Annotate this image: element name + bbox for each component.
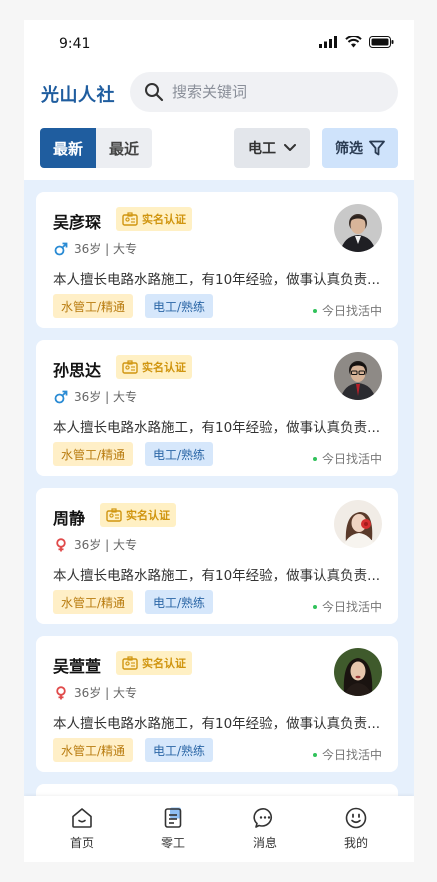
smile-icon bbox=[345, 807, 367, 829]
female-icon bbox=[56, 537, 66, 551]
app-header: 光山人社 bbox=[24, 68, 414, 120]
verified-badge-label: 实名认证 bbox=[126, 509, 170, 522]
nav-item-label: 我的 bbox=[343, 836, 368, 850]
category-dropdown-label: 电工 bbox=[248, 141, 276, 157]
status-bar: 9:41 bbox=[24, 20, 414, 68]
verified-badge: 实名认证 bbox=[116, 207, 192, 231]
worker-age-education: 36岁 | 大专 bbox=[74, 538, 137, 552]
avatar[interactable] bbox=[334, 648, 382, 696]
category-dropdown[interactable]: 电工 bbox=[234, 128, 310, 168]
active-dot bbox=[312, 456, 317, 461]
avatar[interactable] bbox=[334, 204, 382, 252]
skill-tag: 水管工/精通 bbox=[53, 590, 134, 614]
chevron-down-icon bbox=[284, 144, 296, 151]
worker-age-education: 36岁 | 大专 bbox=[74, 390, 137, 404]
active-status: 今日找活中 bbox=[312, 450, 382, 467]
worker-meta: 36岁 | 大专 bbox=[54, 388, 137, 405]
worker-card[interactable]: 吴萱萱 实名认证 36岁 | 大专 本人擅长电路水路施工，有10年经验，做事认真… bbox=[36, 636, 398, 772]
nav-item-home[interactable]: 首页 bbox=[52, 806, 112, 851]
verified-badge-label: 实名认证 bbox=[142, 213, 186, 226]
male-icon bbox=[54, 390, 68, 403]
verified-badge: 实名认证 bbox=[100, 503, 176, 527]
active-status: 今日找活中 bbox=[312, 746, 382, 763]
tab-nearby[interactable]: 最近 bbox=[96, 128, 152, 168]
worker-name: 吴彦琛 bbox=[53, 213, 102, 232]
active-status: 今日找活中 bbox=[312, 598, 382, 615]
id-card-icon bbox=[122, 212, 138, 226]
nav-item-odd-jobs[interactable]: 零工 bbox=[143, 806, 203, 851]
worker-name: 孙思达 bbox=[53, 361, 102, 380]
clipboard-icon bbox=[164, 807, 182, 828]
worker-name: 吴萱萱 bbox=[53, 657, 102, 676]
verified-badge: 实名认证 bbox=[116, 355, 192, 379]
id-card-icon bbox=[106, 508, 122, 522]
worker-meta: 36岁 | 大专 bbox=[54, 684, 137, 701]
skill-tag: 电工/熟练 bbox=[145, 294, 214, 318]
tab-newest[interactable]: 最新 bbox=[40, 128, 96, 168]
verified-badge-label: 实名认证 bbox=[142, 657, 186, 670]
nav-item-profile[interactable]: 我的 bbox=[326, 806, 386, 851]
worker-card[interactable]: 周静 实名认证 36岁 | 大专 本人擅长电路水路施工，有10年经验，做事认真负… bbox=[36, 488, 398, 624]
app-screen: 9:41 光山人社 搜索关键词 最新 最近 电工 筛选 吴彦琛 实名认证 36岁… bbox=[24, 20, 414, 862]
skill-tag: 水管工/精通 bbox=[53, 442, 134, 466]
avatar[interactable] bbox=[334, 352, 382, 400]
active-status-label: 今日找活中 bbox=[321, 600, 382, 614]
worker-description: 本人擅长电路水路施工，有10年经验，做事认真负责... bbox=[53, 568, 381, 584]
active-status-label: 今日找活中 bbox=[321, 304, 382, 318]
active-dot bbox=[312, 752, 317, 757]
nav-item-messages[interactable]: 消息 bbox=[235, 806, 295, 851]
skill-tag: 水管工/精通 bbox=[53, 738, 134, 762]
male-icon bbox=[54, 242, 68, 255]
worker-list: 吴彦琛 实名认证 36岁 | 大专 本人擅长电路水路施工，有10年经验，做事认真… bbox=[24, 180, 414, 802]
active-dot bbox=[312, 308, 317, 313]
worker-name: 周静 bbox=[53, 509, 86, 528]
verified-badge-label: 实名认证 bbox=[142, 361, 186, 374]
id-card-icon bbox=[122, 360, 138, 374]
avatar[interactable] bbox=[334, 500, 382, 548]
active-status-label: 今日找活中 bbox=[321, 748, 382, 762]
worker-card[interactable]: 吴彦琛 实名认证 36岁 | 大专 本人擅长电路水路施工，有10年经验，做事认真… bbox=[36, 192, 398, 328]
active-status-label: 今日找活中 bbox=[321, 452, 382, 466]
worker-description: 本人擅长电路水路施工，有10年经验，做事认真负责... bbox=[53, 420, 381, 436]
verified-badge: 实名认证 bbox=[116, 651, 192, 675]
active-dot bbox=[312, 604, 317, 609]
worker-description: 本人擅长电路水路施工，有10年经验，做事认真负责... bbox=[53, 716, 381, 732]
skill-tag: 电工/熟练 bbox=[145, 590, 214, 614]
worker-age-education: 36岁 | 大专 bbox=[74, 686, 137, 700]
worker-age-education: 36岁 | 大专 bbox=[74, 242, 137, 256]
filter-button-label: 筛选 bbox=[335, 141, 363, 157]
wifi-icon bbox=[345, 36, 362, 48]
home-icon bbox=[72, 808, 92, 828]
brand-title: 光山人社 bbox=[41, 85, 115, 106]
nav-item-label: 零工 bbox=[160, 836, 185, 850]
search-icon bbox=[145, 83, 164, 102]
skill-tag: 电工/熟练 bbox=[145, 738, 214, 762]
worker-description: 本人擅长电路水路施工，有10年经验，做事认真负责... bbox=[53, 272, 381, 288]
worker-meta: 36岁 | 大专 bbox=[54, 240, 137, 257]
filter-bar: 最新 最近 电工 筛选 bbox=[24, 128, 414, 168]
status-time: 9:41 bbox=[59, 36, 91, 52]
skill-tag: 电工/熟练 bbox=[145, 442, 214, 466]
nav-item-label: 消息 bbox=[252, 836, 277, 850]
status-icons bbox=[319, 36, 394, 48]
id-card-icon bbox=[122, 656, 138, 670]
filter-button[interactable]: 筛选 bbox=[322, 128, 398, 168]
bottom-nav: 首页 零工 消息 我的 bbox=[24, 796, 414, 862]
funnel-icon bbox=[369, 140, 385, 156]
nav-item-label: 首页 bbox=[69, 836, 94, 850]
chat-icon bbox=[253, 808, 273, 828]
active-status: 今日找活中 bbox=[312, 302, 382, 319]
signal-icon bbox=[319, 36, 337, 48]
worker-card[interactable]: 孙思达 实名认证 36岁 | 大专 本人擅长电路水路施工，有10年经验，做事认真… bbox=[36, 340, 398, 476]
search-input[interactable] bbox=[172, 83, 372, 101]
battery-icon bbox=[369, 36, 394, 48]
female-icon bbox=[56, 685, 66, 699]
search-bar[interactable] bbox=[130, 72, 398, 112]
skill-tag: 水管工/精通 bbox=[53, 294, 134, 318]
worker-meta: 36岁 | 大专 bbox=[54, 536, 137, 553]
